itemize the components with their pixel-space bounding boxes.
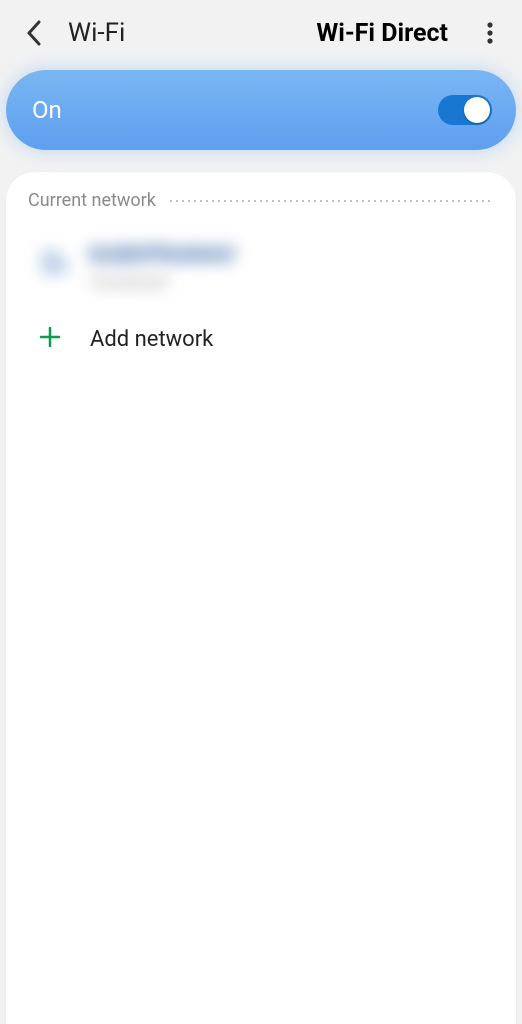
wifi-toggle-bar[interactable]: On	[6, 70, 516, 150]
wifi-signal-icon	[29, 246, 72, 288]
section-header: Current network	[28, 190, 494, 211]
chevron-left-icon	[26, 20, 42, 46]
wifi-toggle-label: On	[32, 96, 438, 124]
wifi-toggle-switch[interactable]	[438, 95, 492, 125]
wifi-settings-screen: Wi-Fi Wi-Fi Direct On Current network KA…	[0, 0, 522, 1024]
current-network-item[interactable]: KABIPRANAV Connected	[28, 233, 494, 313]
network-name: KABIPRANAV	[90, 243, 236, 268]
section-title: Current network	[28, 190, 156, 211]
plus-icon	[38, 325, 62, 353]
section-divider	[168, 200, 494, 202]
network-text: KABIPRANAV Connected	[90, 243, 236, 291]
network-status: Connected	[90, 272, 236, 291]
add-network-label: Add network	[90, 327, 213, 352]
add-network-button[interactable]: Add network	[28, 313, 494, 365]
wifi-direct-button[interactable]: Wi-Fi Direct	[316, 19, 448, 48]
header: Wi-Fi Wi-Fi Direct	[0, 0, 522, 70]
more-vertical-icon	[487, 22, 493, 44]
more-menu-button[interactable]	[478, 19, 502, 47]
page-title: Wi-Fi	[68, 18, 300, 48]
networks-card: Current network KABIPRANAV Connected Add…	[6, 172, 516, 1024]
back-button[interactable]	[20, 19, 48, 47]
